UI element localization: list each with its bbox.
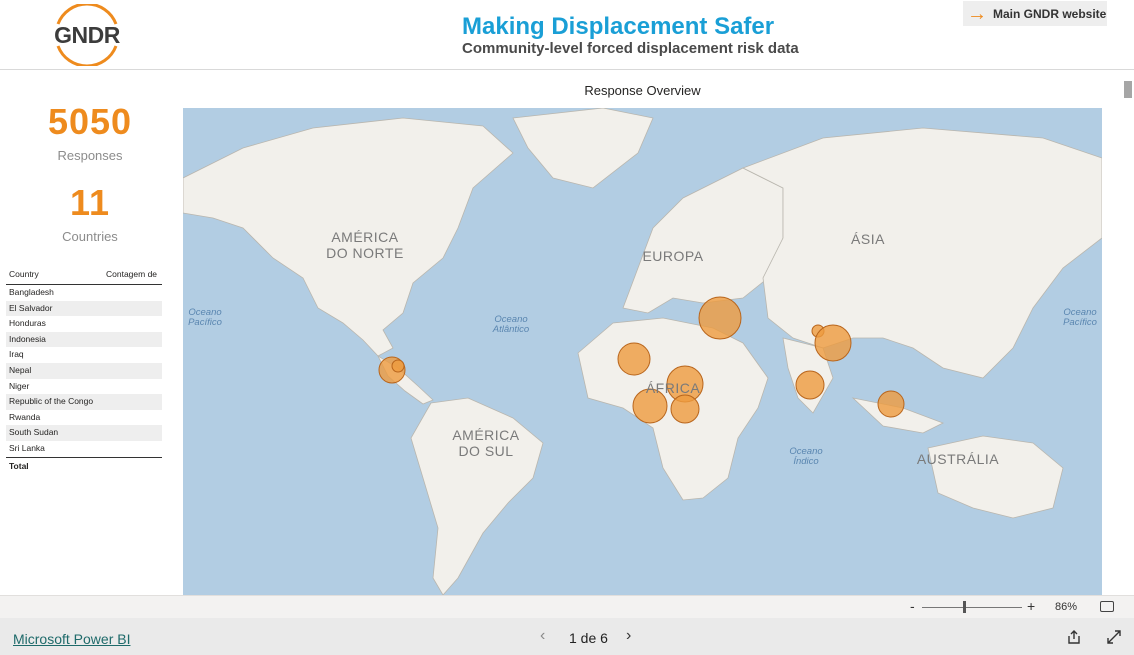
ocean-atlantic: Oceano Atlântico	[492, 314, 530, 335]
report-subtitle: Community-level forced displacement risk…	[462, 40, 799, 57]
land-asia	[742, 127, 1102, 379]
fit-to-page-icon[interactable]	[1100, 601, 1114, 612]
table-row[interactable]: Nepal	[6, 362, 162, 379]
report-header: GNDR Making Displacement Safer Community…	[0, 0, 1134, 70]
vertical-scrollbar[interactable]	[1124, 81, 1132, 561]
land-greenland	[512, 108, 654, 189]
report-canvas: 5050 Responses 11 Countries Country Cont…	[0, 71, 1134, 595]
main-website-label: Main GNDR website	[993, 6, 1107, 21]
ocean-pacific-east: Oceano Pacífico	[1063, 307, 1097, 328]
share-icon[interactable]	[1066, 629, 1082, 645]
table-header: Country Contagem de	[6, 264, 162, 285]
zoom-in-button[interactable]: +	[1027, 598, 1035, 614]
zoom-slider-handle[interactable]	[963, 601, 966, 613]
responses-count: 5050	[47, 101, 133, 142]
region-europe: EUROPA	[642, 248, 704, 264]
region-africa: ÁFRICA	[645, 380, 701, 396]
arrow-right-icon: →	[967, 2, 987, 25]
countries-label: Countries	[62, 229, 118, 244]
scrollbar-thumb[interactable]	[1124, 81, 1132, 98]
logo-text: GNDR	[54, 22, 120, 48]
table-row[interactable]: Republic of the Congo	[6, 394, 162, 410]
column-header-count[interactable]: Contagem de	[106, 269, 162, 279]
fullscreen-icon[interactable]	[1106, 629, 1122, 645]
bubble-rwanda	[670, 394, 700, 424]
bubble-sri-lanka	[795, 370, 825, 400]
ocean-indian: Oceano Índico	[789, 446, 823, 467]
country-table[interactable]: Country Contagem de Bangladesh El Salvad…	[6, 264, 162, 473]
zoom-out-button[interactable]: -	[910, 598, 915, 614]
response-map[interactable]: AMÉRICA DO NORTE EUROPA ÁSIA ÁFRICA AMÉR…	[183, 108, 1102, 595]
bubble-iraq	[698, 296, 742, 340]
chevron-left-icon[interactable]: ‹	[540, 627, 545, 645]
map-title: Response Overview	[584, 83, 701, 98]
report-title: Making Displacement Safer	[462, 13, 775, 40]
bubble-el-salvador	[391, 359, 405, 373]
table-row[interactable]: Rwanda	[6, 410, 162, 426]
bubble-niger	[617, 342, 651, 376]
table-total-row: Total	[6, 456, 162, 473]
chevron-right-icon[interactable]: ›	[626, 627, 631, 645]
powerbi-link[interactable]: Microsoft Power BI	[13, 631, 130, 647]
zoom-bar: - + 86%	[0, 595, 1134, 618]
table-row[interactable]: Honduras	[6, 316, 162, 332]
land-europe	[622, 167, 784, 314]
powerbi-footer: Microsoft Power BI ‹ 1 de 6 ›	[0, 618, 1134, 655]
responses-label: Responses	[57, 148, 123, 163]
main-website-button[interactable]: → Main GNDR website	[963, 1, 1107, 26]
column-header-country[interactable]: Country	[6, 269, 106, 279]
region-south-america: AMÉRICA DO SUL	[452, 427, 520, 459]
table-row[interactable]: Indonesia	[6, 331, 162, 348]
bubble-indonesia	[877, 390, 905, 418]
bubble-bangladesh	[814, 324, 852, 362]
region-north-america: AMÉRICA DO NORTE	[326, 229, 404, 261]
land-australia	[927, 435, 1064, 519]
table-row[interactable]: Iraq	[6, 347, 162, 363]
table-row[interactable]: Bangladesh	[6, 285, 162, 301]
table-row[interactable]: El Salvador	[6, 300, 162, 317]
table-row[interactable]: South Sudan	[6, 425, 162, 441]
region-asia: ÁSIA	[851, 231, 885, 247]
zoom-level: 86%	[1055, 601, 1078, 613]
countries-count: 11	[69, 182, 111, 223]
gndr-logo: GNDR	[50, 4, 124, 66]
page-indicator: 1 de 6	[569, 630, 608, 646]
ocean-pacific-west: Oceano Pacífico	[188, 307, 222, 328]
table-row[interactable]: Niger	[6, 379, 162, 395]
zoom-slider[interactable]	[922, 607, 1022, 608]
region-australia: AUSTRÁLIA	[916, 451, 1000, 467]
table-row[interactable]: Sri Lanka	[6, 441, 162, 457]
